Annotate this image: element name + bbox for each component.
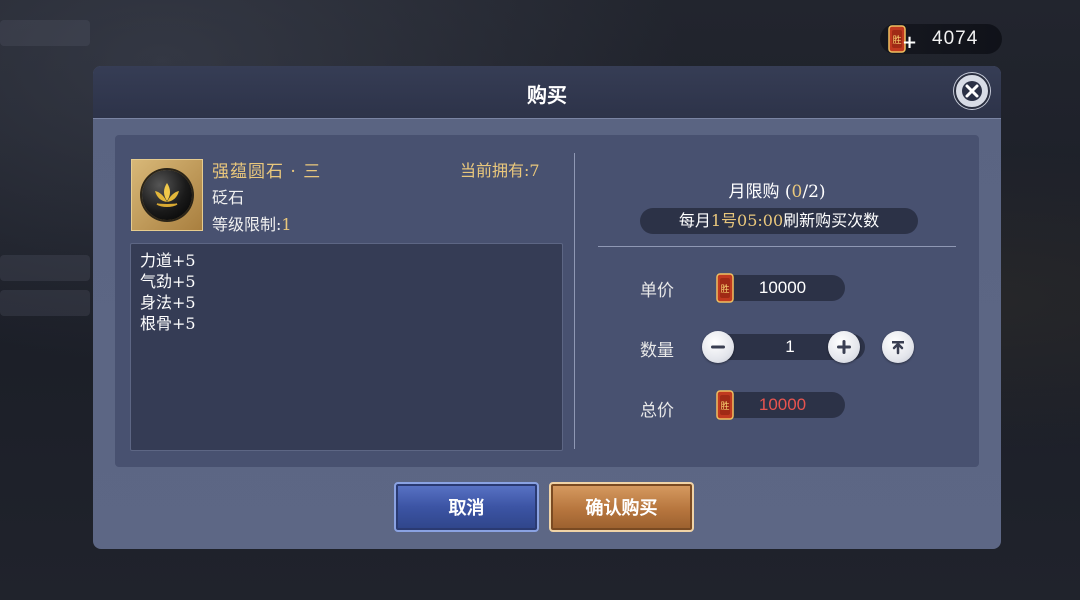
divider (574, 153, 575, 449)
total-price-value: 10000 (758, 395, 807, 414)
limit-label: 月限购 ( (728, 182, 792, 202)
owned-count: 当前拥有:7 (460, 157, 540, 181)
quantity-label: 数量 (640, 341, 674, 361)
stat-line: 气劲+5 (140, 272, 196, 291)
unit-price-value: 10000 (758, 278, 807, 297)
currency-display[interactable]: 胜 + 4074 (880, 24, 1002, 54)
total-price-label: 总价 (640, 401, 674, 421)
item-type: 砭石 (212, 188, 245, 207)
refresh-suffix: 刷新购买次数 (783, 211, 880, 230)
refresh-prefix: 每月 (678, 211, 711, 230)
purchase-dialog: 购买 强蕴圆石 · 三 砭石 等级限制:1 当前拥有:7 力道+5 气劲+5 身… (93, 66, 1001, 549)
item-stats-box: 力道+5 气劲+5 身法+5 根骨+5 (130, 243, 563, 451)
currency-amount: 4074 (932, 28, 979, 49)
close-button[interactable] (954, 73, 990, 109)
divider (598, 246, 956, 247)
bg-decoration (0, 290, 90, 316)
bg-decoration (0, 20, 90, 46)
refresh-info: 每月1号05:00刷新购买次数 (640, 208, 918, 234)
bg-decoration (0, 255, 90, 281)
stat-line: 身法+5 (140, 293, 196, 312)
cancel-button[interactable]: 取消 (394, 482, 539, 532)
item-name: 强蕴圆石 · 三 (212, 162, 322, 182)
total-price-field: 胜 10000 (716, 390, 845, 420)
owned-value: 7 (529, 161, 540, 180)
lotus-stone-icon (142, 170, 192, 220)
level-requirement: 等级限制:1 (212, 211, 292, 235)
dialog-title: 购买 (527, 83, 567, 107)
plus-icon (837, 340, 851, 354)
decrease-button[interactable] (702, 331, 734, 363)
refresh-time: 1号05:00 (710, 211, 784, 230)
monthly-limit: 月限购 (0/2) (595, 177, 959, 202)
confirm-purchase-button[interactable]: 确认购买 (549, 482, 694, 532)
owned-label: 当前拥有: (460, 161, 530, 180)
unit-price-field: 胜 10000 (716, 273, 845, 303)
unit-price-label: 单价 (640, 281, 674, 301)
stat-line: 力道+5 (140, 251, 196, 270)
increase-button[interactable] (828, 331, 860, 363)
close-icon (962, 81, 982, 101)
max-icon (892, 341, 904, 355)
stat-line: 根骨+5 (140, 314, 196, 333)
item-icon-frame[interactable] (131, 159, 203, 231)
limit-total: /2) (802, 182, 826, 202)
max-button[interactable] (882, 331, 914, 363)
add-currency-button[interactable]: + (902, 34, 917, 52)
minus-icon (711, 345, 725, 349)
dialog-header: 购买 (93, 66, 1001, 119)
svg-text:胜: 胜 (892, 35, 901, 46)
limit-used: 0 (791, 182, 803, 202)
level-value: 1 (281, 215, 292, 234)
level-label: 等级限制: (212, 215, 282, 234)
content-panel: 强蕴圆石 · 三 砭石 等级限制:1 当前拥有:7 力道+5 气劲+5 身法+5… (115, 135, 979, 467)
